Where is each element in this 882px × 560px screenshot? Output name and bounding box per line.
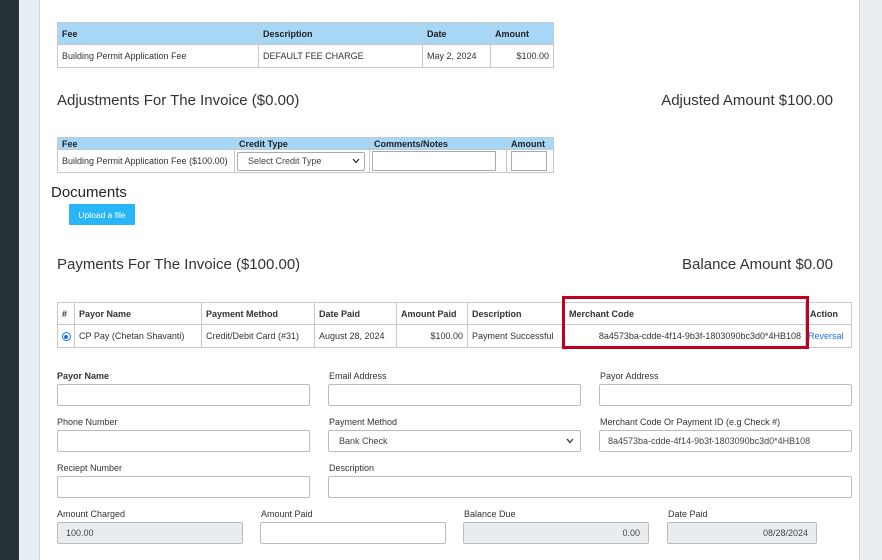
payor-name-label: Payor Name — [57, 371, 110, 381]
page-background-right — [860, 0, 882, 560]
date-paid-input: 08/28/2024 — [667, 522, 817, 544]
action-cell: Reversal — [805, 324, 852, 348]
panel-border — [859, 0, 860, 560]
merchant-code-label: Merchant Code Or Payment ID (e.g Check #… — [600, 417, 781, 427]
email-label: Email Address — [329, 371, 387, 381]
method-cell: Credit/Debit Card (#31) — [201, 324, 315, 348]
column-header: Payor Name — [74, 302, 202, 325]
receipt-number-label: Reciept Number — [57, 463, 123, 473]
comments-cell — [369, 149, 507, 173]
column-header: Date — [422, 22, 491, 45]
date-cell: May 2, 2024 — [422, 44, 491, 68]
column-header: Payment Method — [201, 302, 315, 325]
date-paid-cell: August 28, 2024 — [314, 324, 397, 348]
credit-type-select[interactable]: Select Credit Type — [237, 151, 365, 171]
column-header: Description — [258, 22, 423, 45]
balance-due-input: 0.00 — [463, 522, 649, 544]
table-row: Building Permit Application Fee DEFAULT … — [57, 44, 554, 68]
column-header: Fee — [57, 137, 235, 150]
column-header: Fee — [57, 22, 259, 45]
description-cell: DEFAULT FEE CHARGE — [258, 44, 423, 68]
payment-radio[interactable] — [61, 332, 71, 342]
chevron-down-icon — [566, 436, 574, 446]
amount-input[interactable] — [511, 151, 547, 171]
column-header: Action — [805, 302, 852, 325]
fee-table: Fee Description Date Amount Building Per… — [57, 22, 554, 68]
description-label: Description — [329, 463, 375, 473]
merchant-code-highlight — [562, 296, 809, 349]
column-header: Description — [467, 302, 565, 325]
description-cell: Payment Successful — [467, 324, 565, 348]
adjustments-title: Adjustments For The Invoice ($0.00) — [57, 92, 300, 109]
payments-title: Payments For The Invoice ($100.00) — [57, 256, 301, 273]
balance-amount: Balance Amount $0.00 — [682, 256, 833, 273]
payor-cell: CP Pay (Chetan Shavanti) — [74, 324, 202, 348]
adjustments-table: Fee Credit Type Comments/Notes Amount Bu… — [57, 137, 554, 173]
merchant-code-input[interactable]: 8a4573ba-cdde-4f14-9b3f-1803090bc3d0*4HB… — [599, 430, 852, 452]
amount-cell: $100.00 — [490, 44, 554, 68]
panel-border — [39, 0, 40, 560]
column-header: # — [57, 302, 75, 325]
phone-label: Phone Number — [57, 417, 118, 427]
date-paid-label: Date Paid — [668, 509, 708, 519]
payor-address-label: Payor Address — [600, 371, 659, 381]
amount-charged-input: 100.00 — [57, 522, 243, 544]
upload-file-button[interactable]: Upload a file — [69, 204, 135, 225]
amount-cell — [506, 149, 554, 173]
phone-input[interactable] — [57, 430, 310, 452]
amount-paid-label: Amount Paid — [261, 509, 313, 519]
payment-method-select[interactable]: Bank Check — [328, 430, 581, 452]
comments-input[interactable] — [372, 151, 496, 171]
payment-method-label: Payment Method — [329, 417, 398, 427]
reversal-link[interactable]: Reversal — [808, 331, 844, 341]
left-sidebar — [0, 0, 19, 560]
column-header: Amount Paid — [396, 302, 468, 325]
description-input[interactable] — [328, 476, 852, 498]
column-header: Amount — [506, 137, 554, 150]
fee-cell: Building Permit Application Fee — [57, 44, 259, 68]
amount-paid-input[interactable] — [260, 522, 446, 544]
email-input[interactable] — [328, 384, 581, 406]
adjusted-amount: Adjusted Amount $100.00 — [661, 92, 833, 109]
payor-address-input[interactable] — [599, 384, 852, 406]
amount-charged-label: Amount Charged — [57, 509, 126, 519]
credit-type-value: Select Credit Type — [248, 156, 322, 166]
documents-title: Documents — [51, 184, 127, 201]
column-header: Comments/Notes — [369, 137, 507, 150]
select-cell — [57, 324, 75, 348]
column-header: Amount — [490, 22, 554, 45]
payment-method-value: Bank Check — [339, 436, 388, 446]
balance-due-label: Balance Due — [464, 509, 516, 519]
amount-paid-cell: $100.00 — [396, 324, 468, 348]
receipt-number-input[interactable] — [57, 476, 310, 498]
fee-cell: Building Permit Application Fee ($100.00… — [57, 149, 235, 173]
payor-name-input[interactable] — [57, 384, 310, 406]
credit-type-cell: Select Credit Type — [234, 149, 370, 173]
chevron-down-icon — [352, 156, 360, 166]
column-header: Credit Type — [234, 137, 370, 150]
page-background — [19, 0, 39, 560]
column-header: Date Paid — [314, 302, 397, 325]
table-row: Building Permit Application Fee ($100.00… — [57, 149, 554, 173]
